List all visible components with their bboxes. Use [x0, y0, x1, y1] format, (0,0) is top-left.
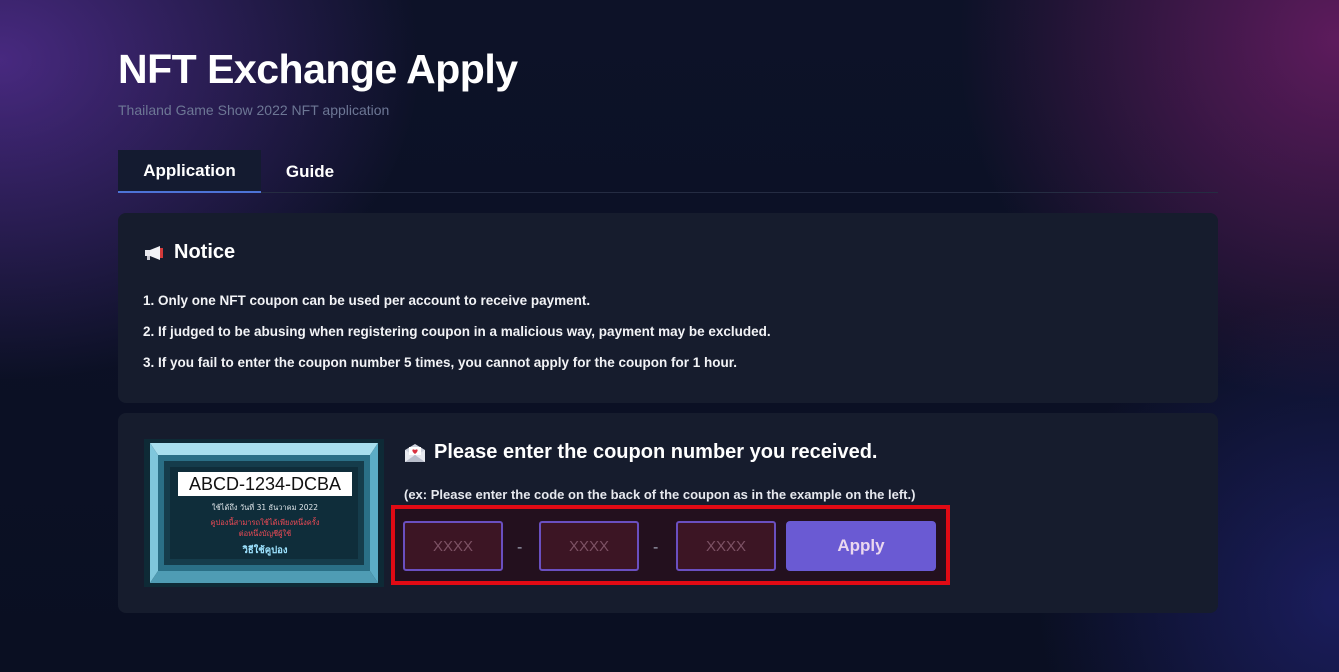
page-subtitle: Thailand Game Show 2022 NFT application: [118, 102, 390, 118]
coupon-card: ABCD-1234-DCBA ใช้ได้ถึง วันที่ 31 ธันวา…: [118, 413, 1218, 613]
sample-coupon-code: ABCD-1234-DCBA: [189, 474, 341, 494]
notice-item: 3. If you fail to enter the coupon numbe…: [143, 355, 738, 370]
sample-coupon-warning-line2: ต่อหนึ่งบัญชีผู้ใช้: [239, 528, 292, 538]
megaphone-icon: [144, 245, 166, 261]
coupon-header: Please enter the coupon number you recei…: [404, 441, 877, 464]
coupon-entry-box: - - Apply: [391, 505, 950, 585]
notice-item: 2. If judged to be abusing when register…: [143, 324, 771, 339]
notice-title: Notice: [174, 241, 236, 263]
sample-coupon-expiry: ใช้ได้ถึง วันที่ 31 ธันวาคม 2022: [212, 502, 318, 512]
separator: -: [517, 539, 523, 556]
tab-guide[interactable]: Guide: [261, 150, 359, 193]
notice-item: 1. Only one NFT coupon can be used per a…: [143, 293, 591, 308]
notice-list: 1. Only one NFT coupon can be used per a…: [143, 292, 771, 385]
tab-application[interactable]: Application: [118, 150, 261, 193]
notice-card: Notice 1. Only one NFT coupon can be use…: [118, 213, 1218, 403]
sample-coupon-howto: วิธีใช้คูปอง: [242, 544, 288, 557]
sample-coupon-warning-line1: คูปองนี้สามารถใช้ได้เพียงหนึ่งครั้ง: [211, 517, 320, 527]
page-title: NFT Exchange Apply: [118, 46, 518, 92]
apply-button[interactable]: Apply: [786, 521, 936, 571]
separator: -: [653, 539, 659, 556]
coupon-hint: (ex: Please enter the code on the back o…: [404, 487, 916, 502]
envelope-heart-icon: [405, 443, 425, 462]
coupon-code-input-2[interactable]: [539, 521, 639, 571]
coupon-code-input-3[interactable]: [676, 521, 776, 571]
coupon-title: Please enter the coupon number you recei…: [434, 441, 878, 463]
tab-bar: Application Guide: [118, 150, 1218, 193]
coupon-example-image: ABCD-1234-DCBA ใช้ได้ถึง วันที่ 31 ธันวา…: [144, 439, 384, 587]
notice-header: Notice: [144, 241, 235, 264]
coupon-code-input-1[interactable]: [403, 521, 503, 571]
